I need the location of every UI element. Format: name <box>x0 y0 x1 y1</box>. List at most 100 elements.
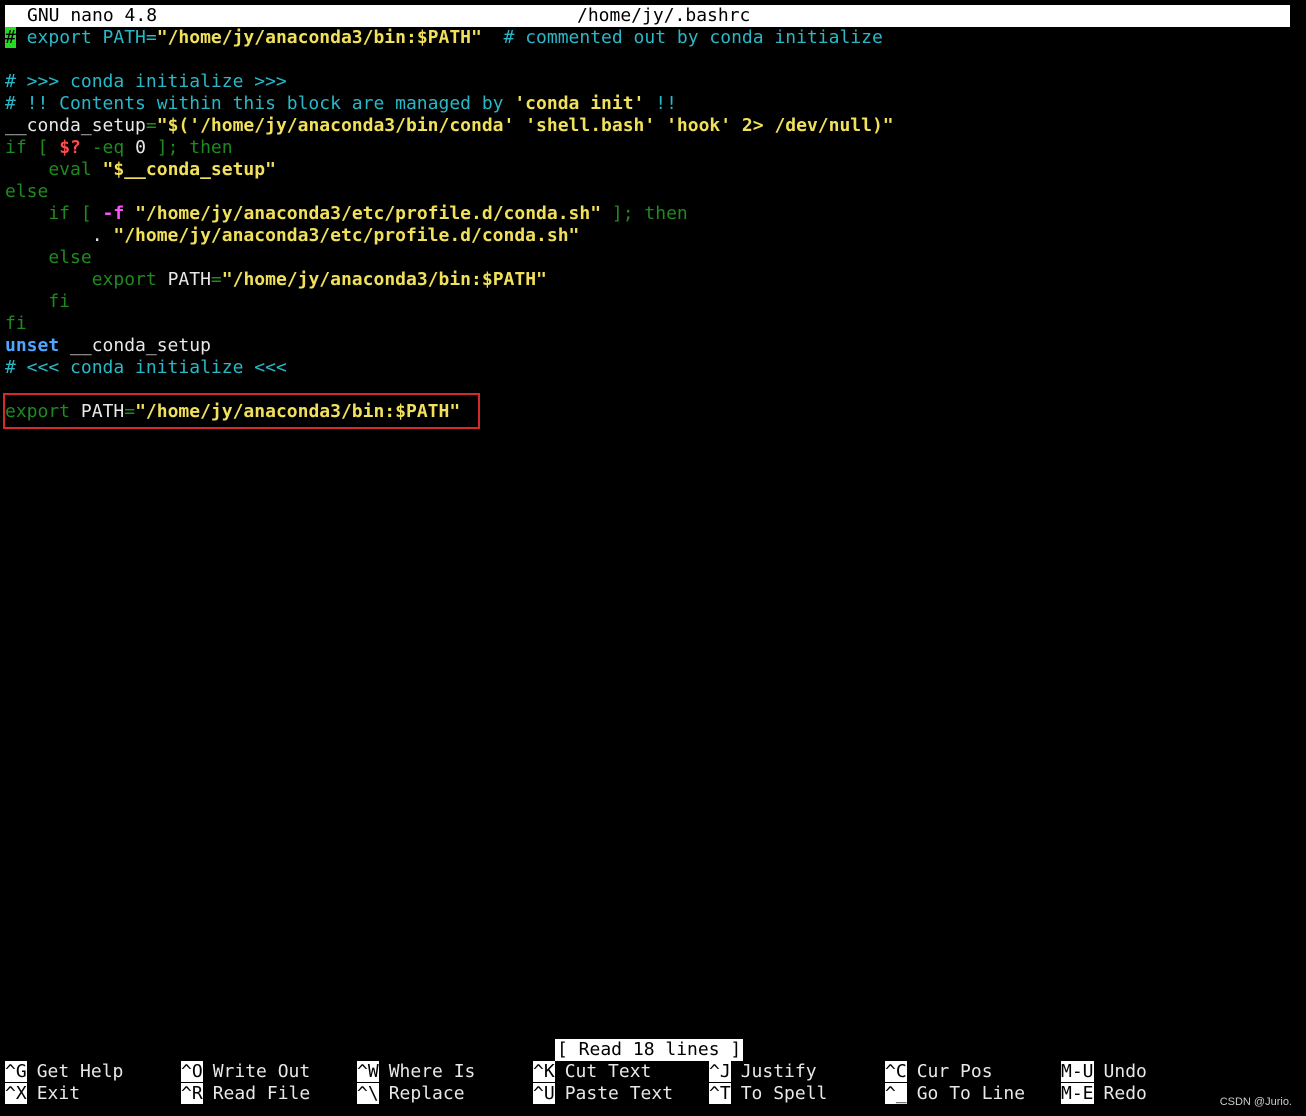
editor-line[interactable]: if [ $? -eq 0 ]; then <box>5 137 1306 159</box>
file-path: /home/jy/.bashrc <box>577 5 751 26</box>
editor-line[interactable] <box>5 49 1306 71</box>
code-token: "$__conda_setup" <box>102 159 276 180</box>
shortcut-go-to-line[interactable]: ^_ Go To Line <box>885 1083 1025 1105</box>
shortcut-exit[interactable]: ^X Exit <box>5 1083 80 1105</box>
shortcut-key: ^J <box>709 1061 731 1082</box>
shortcut-paste-text[interactable]: ^U Paste Text <box>533 1083 673 1105</box>
code-token: = <box>210 269 222 290</box>
code-token: -f <box>102 203 125 224</box>
shortcut-label: Redo <box>1103 1083 1147 1104</box>
shortcut-key: ^O <box>181 1061 203 1082</box>
code-token: "/home/jy/anaconda3/bin:$PATH" <box>221 269 547 290</box>
code-token: # >>> conda initialize >>> <box>5 71 287 92</box>
shortcut-read-file[interactable]: ^R Read File <box>181 1083 310 1105</box>
editor-line[interactable]: __conda_setup="$('/home/jy/anaconda3/bin… <box>5 115 1306 137</box>
text-cursor: # <box>5 27 16 48</box>
code-token: # commented out by conda initialize <box>481 27 883 48</box>
editor-line[interactable]: # export PATH="/home/jy/anaconda3/bin:$P… <box>5 27 1306 49</box>
shortcut-key: ^R <box>181 1083 203 1104</box>
shortcut-get-help[interactable]: ^G Get Help <box>5 1061 123 1083</box>
title-bar: GNU nano 4.8 /home/jy/.bashrc <box>5 5 1290 27</box>
shortcut-key: ^W <box>357 1061 379 1082</box>
shortcut-label: To Spell <box>740 1083 828 1104</box>
shortcut-key: ^G <box>5 1061 27 1082</box>
shortcut-label: Exit <box>36 1083 81 1104</box>
editor-line[interactable]: # <<< conda initialize <<< <box>5 357 1306 379</box>
app-name: GNU nano 4.8 <box>27 5 158 26</box>
shortcut-to-spell[interactable]: ^T To Spell <box>709 1083 827 1105</box>
code-token: PATH <box>167 269 211 290</box>
watermark: CSDN @Jurio. <box>1219 1096 1292 1108</box>
editor-area[interactable]: # export PATH="/home/jy/anaconda3/bin:$P… <box>5 27 1306 423</box>
code-token: -eq <box>80 137 136 158</box>
editor-line[interactable]: else <box>5 181 1306 203</box>
shortcut-label: Cut Text <box>564 1061 652 1082</box>
code-token: # <<< conda initialize <<< <box>5 357 287 378</box>
shortcut-key: ^T <box>709 1083 731 1104</box>
shortcut-key: ^_ <box>885 1083 907 1104</box>
shortcut-key: ^\ <box>357 1083 379 1104</box>
code-token: "$('/home/jy/anaconda3/bin/conda' 'shell… <box>156 115 894 136</box>
code-token: export <box>5 269 168 290</box>
highlight-annotation-box <box>3 393 480 429</box>
code-token: !! <box>644 93 677 114</box>
shortcut-key: ^U <box>533 1083 555 1104</box>
editor-line[interactable]: else <box>5 247 1306 269</box>
shortcut-replace[interactable]: ^\ Replace <box>357 1083 465 1105</box>
shortcut-key: ^K <box>533 1061 555 1082</box>
editor-line[interactable]: eval "$__conda_setup" <box>5 159 1306 181</box>
editor-line[interactable]: # !! Contents within this block are mana… <box>5 93 1306 115</box>
editor-line[interactable]: if [ -f "/home/jy/anaconda3/etc/profile.… <box>5 203 1306 225</box>
shortcut-justify[interactable]: ^J Justify <box>709 1061 817 1083</box>
code-token: 'conda init' <box>514 93 645 114</box>
code-token: if [ <box>5 203 103 224</box>
code-token: "/home/jy/anaconda3/etc/profile.d/conda.… <box>135 203 602 224</box>
shortcut-cut-text[interactable]: ^K Cut Text <box>533 1061 651 1083</box>
code-token: fi <box>5 313 27 334</box>
shortcut-label: Where Is <box>388 1061 476 1082</box>
shortcut-label: Replace <box>388 1083 465 1104</box>
shortcut-label: Get Help <box>36 1061 124 1082</box>
shortcut-redo[interactable]: M-E Redo <box>1061 1083 1147 1105</box>
code-token: # !! Contents within this block are mana… <box>5 93 515 114</box>
code-token: = <box>145 115 157 136</box>
code-token: eval <box>5 159 103 180</box>
code-token: fi <box>5 291 71 312</box>
shortcut-cur-pos[interactable]: ^C Cur Pos <box>885 1061 993 1083</box>
shortcut-key: M-U <box>1061 1061 1094 1082</box>
code-token: $? <box>59 137 81 158</box>
shortcut-key: ^X <box>5 1083 27 1104</box>
code-token: ]; then <box>145 137 233 158</box>
editor-line[interactable]: . "/home/jy/anaconda3/etc/profile.d/cond… <box>5 225 1306 247</box>
editor-line[interactable]: unset __conda_setup <box>5 335 1306 357</box>
shortcut-label: Justify <box>740 1061 817 1082</box>
shortcut-label: Undo <box>1103 1061 1147 1082</box>
code-token: __conda_setup <box>59 335 211 356</box>
editor-line[interactable]: fi <box>5 313 1306 335</box>
code-token: unset <box>5 335 60 356</box>
shortcut-undo[interactable]: M-U Undo <box>1061 1061 1147 1083</box>
shortcut-key: M-E <box>1061 1083 1094 1104</box>
editor-line[interactable]: export PATH="/home/jy/anaconda3/bin:$PAT… <box>5 269 1306 291</box>
shortcut-key: ^C <box>885 1061 907 1082</box>
code-token: export PATH= <box>15 27 157 48</box>
code-token: if [ <box>5 137 60 158</box>
shortcut-label: Cur Pos <box>916 1061 993 1082</box>
shortcut-label: Read File <box>212 1083 311 1104</box>
code-token: "/home/jy/anaconda3/etc/profile.d/conda.… <box>113 225 580 246</box>
code-token: 0 <box>135 137 146 158</box>
editor-line[interactable]: # >>> conda initialize >>> <box>5 71 1306 93</box>
code-token: __conda_setup <box>5 115 146 136</box>
editor-line[interactable]: fi <box>5 291 1306 313</box>
shortcut-where-is[interactable]: ^W Where Is <box>357 1061 475 1083</box>
code-token: "/home/jy/anaconda3/bin:$PATH" <box>156 27 482 48</box>
shortcut-write-out[interactable]: ^O Write Out <box>181 1061 310 1083</box>
code-token: else <box>5 181 49 202</box>
shortcut-label: Paste Text <box>564 1083 674 1104</box>
shortcut-label: Write Out <box>212 1061 311 1082</box>
code-token: . <box>5 225 114 246</box>
shortcut-label: Go To Line <box>916 1083 1026 1104</box>
code-token: ]; then <box>601 203 688 224</box>
code-token: else <box>5 247 92 268</box>
